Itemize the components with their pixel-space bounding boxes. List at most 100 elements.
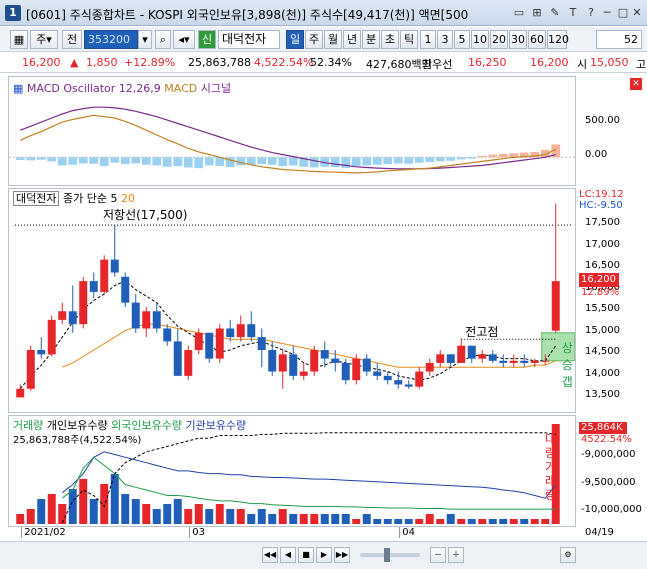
scroll-control-3[interactable]: ▶ [316, 547, 332, 563]
window-maximize-button[interactable]: □ [616, 6, 630, 20]
candle-body [415, 371, 424, 387]
hc-label: HC:-9.50 [579, 200, 623, 211]
period-tab-2[interactable]: 월 [324, 30, 342, 49]
best-ask-price: 16,250 [468, 56, 507, 69]
candle-body [509, 360, 518, 363]
search-icon[interactable]: ⌕ [155, 30, 171, 49]
period-tab-5[interactable]: 초 [381, 30, 399, 49]
interval-tab-7[interactable]: 120 [547, 30, 569, 49]
volume-bar [373, 519, 382, 524]
macd-osc-bar [404, 157, 414, 164]
candle-body [551, 281, 560, 331]
volume-bar [205, 509, 214, 524]
price-change-pct: +12.89% [124, 56, 176, 69]
x-axis: 2021/02 03 04 [8, 527, 576, 541]
candle-body [541, 360, 550, 362]
period-tab-4[interactable]: 분 [362, 30, 380, 49]
interval-tab-1[interactable]: 3 [437, 30, 453, 49]
volume-panel[interactable]: 거래량 개인보유수량 외국인보유수량 기관보유수량 25,863,788주(4,… [8, 415, 576, 527]
volume-bar [47, 494, 56, 524]
candle-body [26, 350, 35, 389]
macd-panel[interactable]: ▦ MACD Oscillator 12,26,9 MACD 시그널 [8, 76, 576, 186]
macd-osc-bar [131, 157, 141, 164]
text-icon[interactable]: T [566, 6, 580, 20]
interval-tab-0[interactable]: 1 [420, 30, 436, 49]
window-minimize-button[interactable]: ─ [600, 6, 614, 20]
volume-bar [478, 519, 487, 524]
period-tab-3[interactable]: 년 [343, 30, 361, 49]
macd-close-icon[interactable]: ✕ [630, 78, 642, 90]
candle-body [236, 324, 245, 338]
candle-body [499, 360, 508, 363]
market-select[interactable]: 주▾ [30, 30, 58, 49]
candle-body [47, 319, 56, 355]
candle-body [68, 311, 77, 325]
candle-body [152, 311, 161, 329]
layout-icon[interactable]: ⊞ [530, 6, 544, 20]
zoom-slider-handle[interactable] [384, 548, 390, 562]
volume-bar [236, 509, 245, 524]
volume-chart [16, 424, 560, 524]
macd-osc-bar [152, 157, 162, 166]
settings-icon[interactable]: ⚙ [560, 547, 576, 563]
zoom-out-icon[interactable]: － [430, 547, 446, 563]
code-dropdown-icon[interactable]: ▾ [138, 30, 152, 49]
volume-bar [394, 519, 403, 524]
help-icon[interactable]: ? [584, 6, 598, 20]
candle-body [184, 350, 193, 376]
sound-icon[interactable]: ◂▾ [173, 30, 195, 49]
price-tick-label: 15,500 [585, 303, 620, 315]
price-tick-label: 15,000 [585, 324, 620, 336]
candle-body [299, 371, 308, 376]
volume-bar [79, 479, 88, 524]
scroll-control-1[interactable]: ◀ [280, 547, 296, 563]
volume-axis: 25,864K 4522.54% -9,000,000 -9,500,000 -10… [577, 415, 642, 527]
interval-tab-3[interactable]: 10 [471, 30, 489, 49]
all-button[interactable]: 전 [62, 30, 82, 49]
volume-bar [436, 519, 445, 524]
scroll-control-0[interactable]: ◀◀ [262, 547, 278, 563]
zoom-in-icon[interactable]: ＋ [448, 547, 464, 563]
interval-tab-6[interactable]: 60 [528, 30, 546, 49]
period-tab-6[interactable]: 틱 [400, 30, 418, 49]
macd-osc-bar [425, 157, 435, 163]
volume-bar [247, 514, 256, 524]
gap-label: 상승갭 [561, 340, 573, 389]
candle-body [16, 388, 25, 398]
candle-body [215, 328, 224, 359]
candle-body [58, 311, 67, 320]
window-number-badge: 1 [5, 5, 21, 21]
macd-osc-bar [393, 157, 403, 164]
macd-osc-bar [446, 157, 456, 161]
pin-icon[interactable]: ✎ [548, 6, 562, 20]
zoom-slider[interactable] [360, 553, 420, 557]
candle-body [446, 354, 455, 363]
scroll-controls: － ＋ ⚙ ◀◀ ◀ ■ ▶ ▶▶ [0, 541, 647, 569]
macd-osc-bar [183, 157, 193, 168]
market-select-value: 주 [36, 33, 47, 46]
candle-body [520, 360, 529, 363]
window-close-button[interactable]: ✕ [630, 6, 644, 20]
scroll-control-2[interactable]: ■ [298, 547, 314, 563]
interval-tab-5[interactable]: 30 [509, 30, 527, 49]
scroll-control-4[interactable]: ▶▶ [334, 547, 350, 563]
interval-tab-4[interactable]: 20 [490, 30, 508, 49]
volume-value: 25,863,788 [188, 56, 251, 69]
candle-body [289, 354, 298, 376]
candle-body [278, 354, 287, 372]
period-tab-1[interactable]: 주 [305, 30, 323, 49]
period-tab-0[interactable]: 일 [286, 30, 304, 49]
macd-osc-bar [204, 157, 214, 166]
volume-bar [289, 514, 298, 524]
volume-bar [362, 514, 371, 524]
candle-body [257, 337, 266, 351]
minimize-icon[interactable]: ▭ [512, 6, 526, 20]
stock-code-input[interactable]: 353200 [84, 30, 138, 49]
grid-menu-icon[interactable]: ▦ [10, 30, 28, 49]
interval-tab-2[interactable]: 5 [454, 30, 470, 49]
volume-bar [121, 494, 130, 524]
macd-osc-bar [78, 157, 88, 164]
inst-holding-line [61, 451, 557, 499]
price-panel[interactable]: 대덕전자 종가 단순 5 20 저항선(17,500) 전고점 상승갭 [8, 188, 576, 413]
bar-count-input[interactable]: 52 [596, 30, 642, 49]
